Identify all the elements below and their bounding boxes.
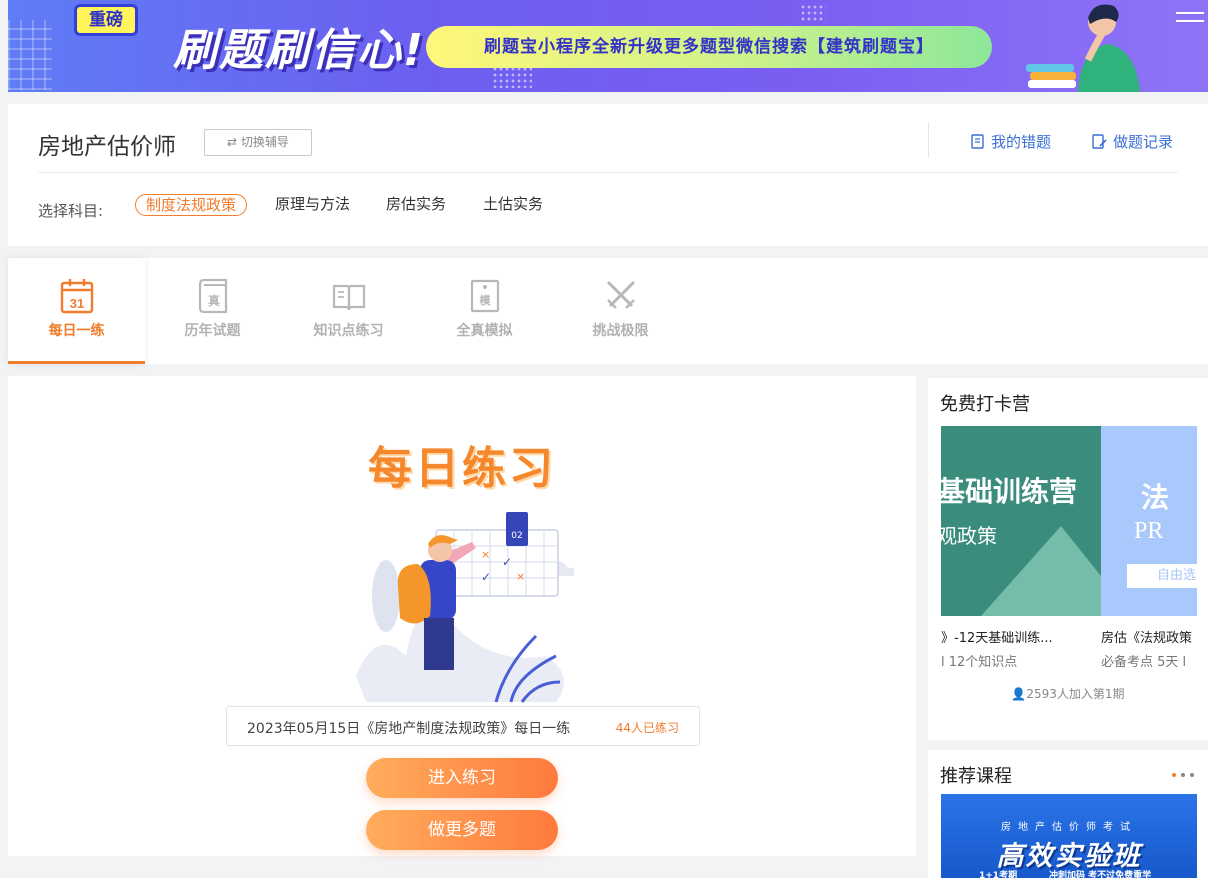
subject-option-land-practice[interactable]: 土估实务: [473, 194, 553, 216]
records-link[interactable]: 做题记录: [1092, 131, 1173, 152]
tab-daily-practice[interactable]: 31 每日一练: [8, 258, 145, 364]
dots-decoration: [492, 66, 532, 88]
tab-label: 知识点练习: [313, 323, 384, 339]
camp-image-subtitle: 观政策: [941, 524, 997, 548]
practice-date-title: 2023年05月15日《房地产制度法规政策》每日一练: [247, 721, 571, 737]
subject-select-label: 选择科目:: [38, 202, 104, 220]
switch-course-button[interactable]: ⇄ 切换辅导: [204, 129, 312, 156]
tab-past-exams[interactable]: 真 历年试题: [144, 258, 281, 364]
tab-knowledge-practice[interactable]: 知识点练习: [280, 258, 417, 364]
joined-count: 👤2593人加入第1期: [928, 685, 1208, 702]
joined-count-label: 2593人加入第1期: [1026, 687, 1125, 701]
course-header: 房地产估价师 ⇄ 切换辅导 我的错题 做题记录 选择科目: 制度法规政策 原理与…: [8, 104, 1208, 246]
studying-person-illustration: [1026, 4, 1140, 92]
recommended-course-banner[interactable]: 房地产估价师考试 高效实验班 1+1考期 冲刺加码 考不过免费重学: [941, 794, 1197, 878]
course-title: 房地产估价师: [38, 134, 176, 160]
svg-text:模: 模: [479, 293, 491, 307]
tab-label: 挑战极限: [592, 323, 649, 339]
hiker-calendar-illustration: × × ✓ ✓ 02: [356, 512, 575, 703]
free-checkin-camp-panel: 免费打卡营 基础训练营 观政策 法 PR 自由选 》-12天基础训练... 房估…: [928, 378, 1208, 740]
camp-title: 免费打卡营: [940, 394, 1030, 415]
camp-image-subtitle: PR: [1134, 518, 1164, 544]
swap-icon: ⇄: [227, 135, 241, 149]
tab-label: 每日一练: [48, 323, 105, 339]
tab-label: 全真模拟: [456, 323, 513, 339]
camp-name[interactable]: 房估《法规政策: [1101, 627, 1197, 646]
divider: [928, 122, 929, 158]
camp-name[interactable]: 》-12天基础训练...: [941, 627, 1091, 646]
dots-decoration: [800, 4, 826, 22]
camp-card-image[interactable]: 法 PR 自由选: [1101, 426, 1197, 616]
top-banner[interactable]: 重磅 刷题刷信心! 刷题宝小程序全新升级更多题型微信搜索【建筑刷题宝】: [8, 0, 1208, 92]
my-wrong-questions-label: 我的错题: [991, 133, 1052, 151]
camp-card-image[interactable]: 基础训练营 观政策: [941, 426, 1101, 616]
my-wrong-questions-link[interactable]: 我的错题: [970, 131, 1051, 152]
user-icon: 👤: [1011, 687, 1027, 701]
course-banner-tag: 冲刺加码 考不过免费重学: [1049, 871, 1152, 878]
calendar-date: 02: [511, 531, 522, 541]
tab-label: 历年试题: [184, 323, 241, 339]
camp-meta: l 12个知识点: [941, 655, 1018, 670]
switch-course-label: 切换辅导: [240, 135, 289, 149]
records-label: 做题记录: [1113, 133, 1174, 151]
notebook-icon: [971, 134, 984, 149]
svg-text:×: ×: [516, 570, 525, 583]
svg-text:31: 31: [69, 296, 83, 311]
tab-challenge[interactable]: 挑战极限: [552, 258, 689, 364]
practice-info-box: 2023年05月15日《房地产制度法规政策》每日一练 44人已练习: [226, 706, 700, 746]
carousel-dots[interactable]: [1172, 773, 1194, 777]
calendar-icon: 31: [60, 279, 93, 314]
practiced-count: 44人已练习: [615, 721, 679, 735]
svg-text:✓: ✓: [502, 555, 512, 569]
svg-text:✓: ✓: [481, 570, 491, 584]
practice-mode-tabs: 31 每日一练 真 历年试题 知识点练习 模 全真模拟 挑战极限: [8, 258, 1208, 364]
book-icon: 真: [198, 278, 227, 314]
camp-image-title: 基础训练营: [941, 475, 1078, 508]
subject-option-principles[interactable]: 原理与方法: [265, 194, 360, 216]
tab-mock-exam[interactable]: 模 全真模拟: [416, 258, 553, 364]
camp-meta: 必备考点 5天 l: [1101, 655, 1187, 670]
camp-image-button: 自由选: [1127, 564, 1197, 588]
recommend-title: 推荐课程: [940, 766, 1012, 787]
course-banner-subtitle: 房地产估价师考试: [1001, 822, 1137, 833]
divider: [38, 172, 1178, 173]
subject-option-regulation[interactable]: 制度法规政策: [135, 194, 248, 216]
svg-text:×: ×: [481, 548, 490, 561]
badge-label: 重磅: [74, 4, 138, 36]
subject-option-property-practice[interactable]: 房估实务: [376, 194, 456, 216]
recommended-courses-panel: 推荐课程 房地产估价师考试 高效实验班 1+1考期 冲刺加码 考不过免费重学: [928, 750, 1208, 878]
daily-practice-title: 每日练习: [368, 443, 556, 494]
swords-icon: [606, 280, 635, 309]
menu-icon[interactable]: [1176, 12, 1204, 22]
open-book-icon: [332, 284, 365, 311]
course-banner-tag: 1+1考期: [979, 871, 1018, 878]
camp-image-title: 法: [1141, 481, 1170, 514]
svg-text:真: 真: [207, 293, 219, 308]
promo-pill[interactable]: 刷题宝小程序全新升级更多题型微信搜索【建筑刷题宝】: [426, 26, 992, 68]
grid-decoration: [8, 20, 52, 90]
daily-practice-panel: 每日练习 × × ✓ ✓ 02 2023年05月15日《房地产制度法规政策》每日…: [8, 376, 916, 856]
banner-slogan: 刷题刷信心!: [173, 25, 426, 76]
edit-record-icon: [1092, 134, 1107, 149]
more-questions-button[interactable]: 做更多题: [366, 810, 558, 850]
enter-practice-button[interactable]: 进入练习: [366, 758, 558, 798]
exam-icon: 模: [470, 279, 499, 313]
